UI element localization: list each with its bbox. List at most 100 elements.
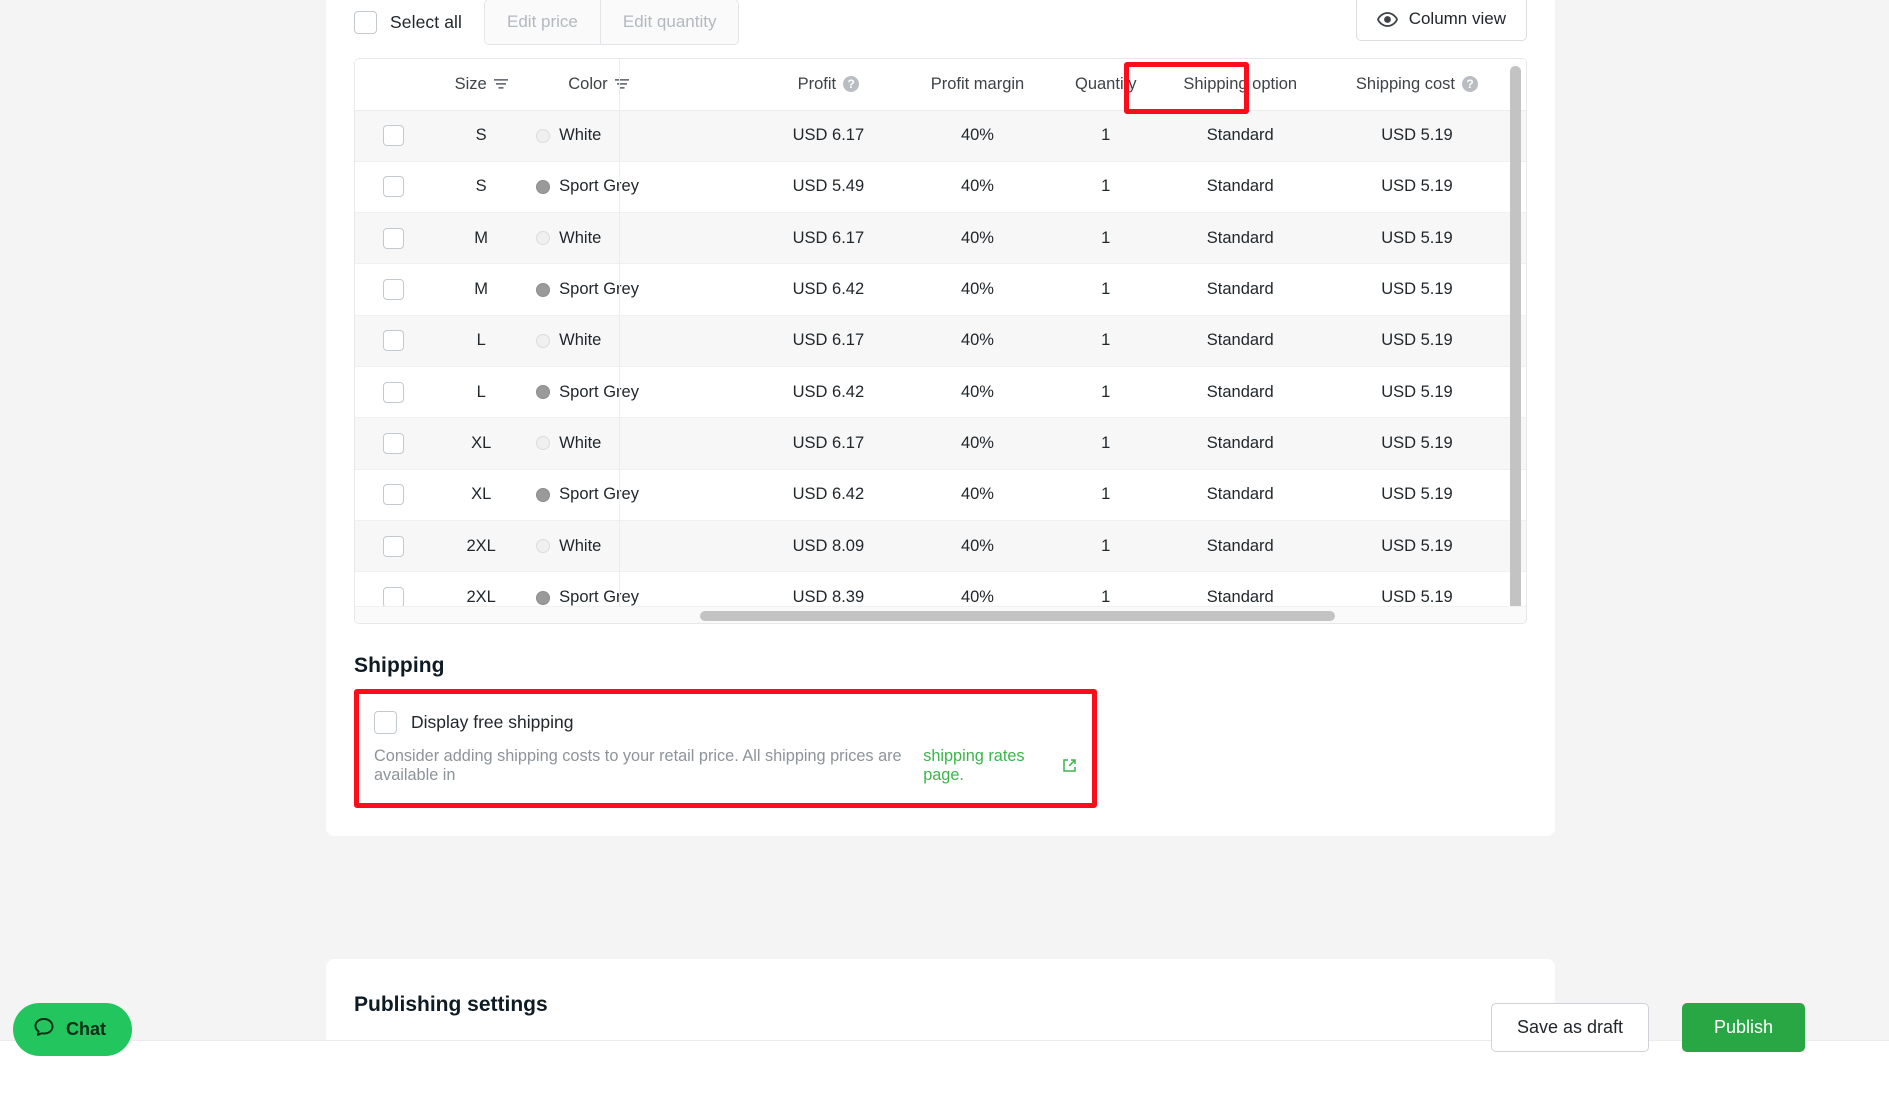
- select-all-control[interactable]: Select all: [354, 11, 462, 34]
- cell-quantity: 1: [1057, 520, 1155, 571]
- table-vertical-scrollbar-thumb[interactable]: [1510, 66, 1521, 624]
- color-swatch-icon: [536, 129, 550, 143]
- cell-price: 2: [667, 213, 759, 264]
- table-toolbar: Select all Edit price Edit quantity Colu…: [326, 0, 1555, 58]
- cell-profit: USD 6.17: [759, 110, 899, 161]
- help-icon[interactable]: ?: [843, 76, 859, 92]
- edit-quantity-button[interactable]: Edit quantity: [600, 0, 739, 44]
- cell-price: 3: [667, 161, 759, 212]
- publish-button[interactable]: Publish: [1682, 1003, 1805, 1052]
- color-swatch-icon: [536, 591, 550, 605]
- cell-price: 2: [667, 418, 759, 469]
- cell-shipping-option: Standard: [1155, 264, 1326, 315]
- table-row[interactable]: MWhite2USD 6.1740%1StandardUSD 5.19: [355, 213, 1526, 264]
- cell-profit: USD 6.42: [759, 264, 899, 315]
- table-row[interactable]: XLWhite2USD 6.1740%1StandardUSD 5.19: [355, 418, 1526, 469]
- row-checkbox-cell[interactable]: [355, 520, 432, 571]
- cell-shipping-cost: USD 5.19: [1326, 366, 1508, 417]
- variants-table: Size: [355, 59, 1526, 623]
- shipping-help-text: Consider adding shipping costs to your r…: [374, 747, 1077, 785]
- cell-price: 5: [667, 264, 759, 315]
- row-checkbox-cell[interactable]: [355, 161, 432, 212]
- header-profit-margin[interactable]: Profit margin: [898, 59, 1056, 110]
- help-icon[interactable]: ?: [1462, 76, 1478, 92]
- header-price[interactable]: e ?: [667, 59, 759, 110]
- cell-price: 5: [667, 366, 759, 417]
- row-checkbox[interactable]: [383, 330, 404, 351]
- header-shipping-option[interactable]: Shipping option: [1155, 59, 1326, 110]
- header-profit[interactable]: Profit ?: [759, 59, 899, 110]
- row-checkbox-cell[interactable]: [355, 213, 432, 264]
- cell-quantity: 1: [1057, 264, 1155, 315]
- cell-shipping-option: Standard: [1155, 161, 1326, 212]
- external-link-icon[interactable]: [1062, 758, 1077, 773]
- header-color[interactable]: Color: [530, 59, 667, 110]
- column-view-button[interactable]: Column view: [1356, 0, 1527, 41]
- filter-icon[interactable]: [615, 78, 629, 90]
- header-shipping-cost[interactable]: Shipping cost ?: [1326, 59, 1508, 110]
- cell-profit-margin: 40%: [898, 469, 1056, 520]
- cell-shipping-cost: USD 5.19: [1326, 264, 1508, 315]
- row-checkbox[interactable]: [383, 484, 404, 505]
- table-row[interactable]: SSport Grey3USD 5.4940%1StandardUSD 5.19: [355, 161, 1526, 212]
- row-checkbox-cell[interactable]: [355, 315, 432, 366]
- select-all-checkbox[interactable]: [354, 11, 377, 34]
- row-checkbox-cell[interactable]: [355, 110, 432, 161]
- chat-button[interactable]: Chat: [13, 1003, 132, 1056]
- free-shipping-control[interactable]: Display free shipping: [374, 711, 1077, 734]
- cell-color-label: White: [559, 126, 601, 145]
- row-checkbox-cell[interactable]: [355, 366, 432, 417]
- cell-shipping-cost: USD 5.19: [1326, 418, 1508, 469]
- row-checkbox-cell[interactable]: [355, 418, 432, 469]
- table-row[interactable]: LWhite2USD 6.1740%1StandardUSD 5.19: [355, 315, 1526, 366]
- header-quantity[interactable]: Quantity: [1057, 59, 1155, 110]
- row-checkbox-cell[interactable]: [355, 469, 432, 520]
- cell-color-label: White: [559, 229, 601, 248]
- table-horizontal-scrollbar-thumb[interactable]: [700, 611, 1335, 621]
- cell-color-label: Sport Grey: [559, 280, 639, 299]
- cell-quantity: 1: [1057, 161, 1155, 212]
- row-checkbox-cell[interactable]: [355, 264, 432, 315]
- header-size[interactable]: Size: [432, 59, 530, 110]
- color-swatch-icon: [536, 231, 550, 245]
- cell-shipping-cost: USD 5.19: [1326, 213, 1508, 264]
- edit-price-button[interactable]: Edit price: [485, 0, 600, 44]
- row-checkbox[interactable]: [383, 587, 404, 608]
- shipping-rates-page-link[interactable]: shipping rates page.: [923, 747, 1053, 785]
- table-vertical-scrollbar[interactable]: [1510, 63, 1521, 601]
- table-row[interactable]: XLSport Grey5USD 6.4240%1StandardUSD 5.1…: [355, 469, 1526, 520]
- cell-quantity: 1: [1057, 213, 1155, 264]
- cell-profit-margin: 40%: [898, 213, 1056, 264]
- cell-size: M: [432, 264, 530, 315]
- header-checkbox-col: [355, 59, 432, 110]
- cell-profit-margin: 40%: [898, 520, 1056, 571]
- row-checkbox[interactable]: [383, 382, 404, 403]
- cell-color: White: [530, 315, 667, 366]
- save-as-draft-button[interactable]: Save as draft: [1491, 1003, 1649, 1052]
- table-horizontal-scrollbar[interactable]: [355, 606, 1526, 623]
- row-checkbox[interactable]: [383, 125, 404, 146]
- cell-price: 2: [667, 520, 759, 571]
- column-view-label: Column view: [1409, 9, 1506, 29]
- display-free-shipping-checkbox[interactable]: [374, 711, 397, 734]
- cell-color: Sport Grey: [530, 366, 667, 417]
- table-row[interactable]: MSport Grey5USD 6.4240%1StandardUSD 5.19: [355, 264, 1526, 315]
- cell-color-label: White: [559, 434, 601, 453]
- cell-color: White: [530, 213, 667, 264]
- cell-shipping-option: Standard: [1155, 469, 1326, 520]
- row-checkbox[interactable]: [383, 536, 404, 557]
- color-swatch-icon: [536, 488, 550, 502]
- cell-color: Sport Grey: [530, 264, 667, 315]
- cell-profit-margin: 40%: [898, 315, 1056, 366]
- row-checkbox[interactable]: [383, 176, 404, 197]
- row-checkbox[interactable]: [383, 433, 404, 454]
- filter-icon[interactable]: [494, 78, 508, 90]
- table-row[interactable]: LSport Grey5USD 6.4240%1StandardUSD 5.19: [355, 366, 1526, 417]
- cell-size: 2XL: [432, 520, 530, 571]
- row-checkbox[interactable]: [383, 279, 404, 300]
- table-row[interactable]: SWhite2USD 6.1740%1StandardUSD 5.19: [355, 110, 1526, 161]
- cell-color-label: Sport Grey: [559, 485, 639, 504]
- row-checkbox[interactable]: [383, 228, 404, 249]
- shipping-section: Shipping Display free shipping Consider …: [326, 624, 1555, 836]
- table-row[interactable]: 2XLWhite2USD 8.0940%1StandardUSD 5.19: [355, 520, 1526, 571]
